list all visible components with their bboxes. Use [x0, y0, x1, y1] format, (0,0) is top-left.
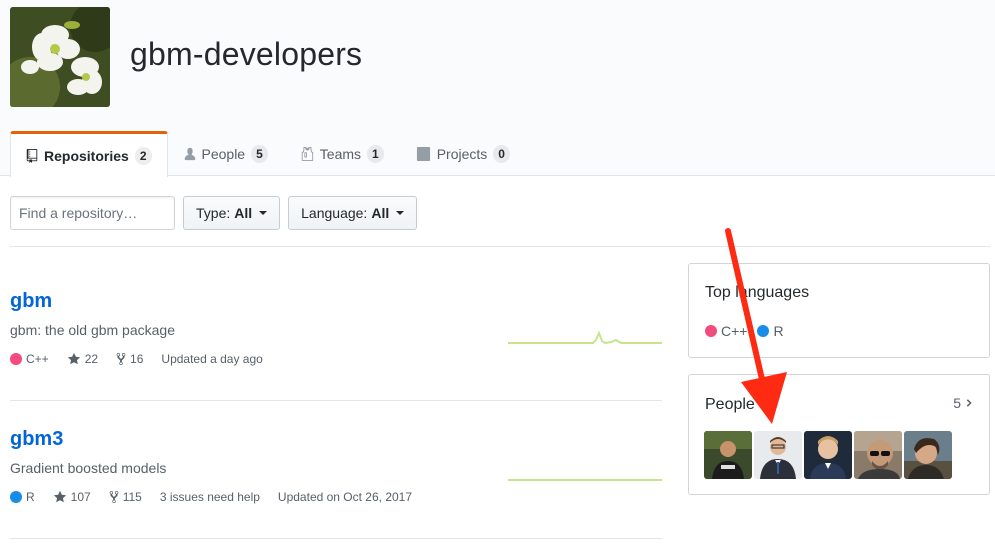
activity-sparkline: [508, 330, 662, 345]
tab-label: Repositories: [44, 147, 129, 164]
member-avatar[interactable]: [804, 431, 852, 479]
jersey-icon: [301, 147, 313, 161]
find-repository-input[interactable]: [10, 196, 175, 230]
member-avatar-image: [804, 431, 852, 479]
tab-counter: 1: [367, 145, 384, 163]
member-avatar[interactable]: [904, 431, 952, 479]
member-avatar-image: [854, 431, 902, 479]
divider: [10, 246, 990, 247]
language-color-dot: [757, 325, 770, 337]
tab-teams[interactable]: Teams 1: [284, 131, 400, 176]
language-filter-value: All: [371, 205, 390, 221]
repo-updated: Updated a day ago: [161, 352, 263, 366]
tab-label: People: [201, 146, 246, 162]
tab-label: Teams: [319, 146, 362, 162]
tab-counter: 0: [493, 145, 510, 163]
top-languages-box: Top languages C++ R: [688, 263, 990, 358]
repo-list-item: gbm3 Gradient boosted models R 107 115 3…: [10, 428, 662, 504]
repo-updated: Updated on Oct 26, 2017: [277, 490, 413, 504]
org-tabs: Repositories 2 People 5 Teams 1 Projects…: [10, 131, 526, 177]
repo-issues-link[interactable]: 3 issues need help: [160, 490, 260, 504]
person-icon: [184, 147, 195, 161]
member-avatar[interactable]: [704, 431, 752, 479]
org-avatar[interactable]: [10, 7, 110, 107]
tab-people[interactable]: People 5: [168, 131, 284, 176]
language-name: C++: [721, 323, 748, 339]
star-icon: [53, 490, 66, 503]
project-icon: [416, 147, 430, 161]
type-filter-value: All: [234, 205, 253, 221]
repo-language: R: [10, 490, 35, 504]
divider: [10, 400, 662, 401]
org-name: gbm-developers: [130, 36, 363, 72]
language-name: R: [773, 323, 784, 339]
repo-language: C++: [10, 352, 49, 366]
type-filter-label: Type:: [196, 205, 231, 221]
caret-down-icon: [259, 211, 268, 215]
repo-name-link[interactable]: gbm3: [10, 428, 63, 450]
member-avatar-image: [704, 431, 752, 479]
repo-stars[interactable]: 107: [53, 490, 91, 504]
tab-label: Projects: [436, 146, 488, 162]
tab-counter: 2: [134, 146, 152, 165]
repo-language-label: R: [26, 490, 35, 504]
repo-meta: R 107 115 3 issues need help Updated on …: [10, 490, 662, 504]
fork-icon: [116, 352, 126, 366]
type-filter-button[interactable]: Type: All: [183, 196, 281, 230]
member-avatar-image: [754, 431, 802, 479]
repo-stars-count: 107: [70, 490, 91, 504]
language-list: C++ R: [705, 323, 784, 339]
caret-down-icon: [396, 211, 405, 215]
repo-filters: Type: All Language: All: [10, 196, 418, 230]
repo-icon: [26, 148, 38, 163]
language-color-dot: [705, 325, 717, 337]
tab-repositories[interactable]: Repositories 2: [10, 131, 168, 177]
language-filter-button[interactable]: Language: All: [288, 196, 418, 230]
repo-stars[interactable]: 22: [67, 352, 98, 366]
repo-forks-count: 16: [130, 352, 144, 366]
language-item[interactable]: C++: [705, 323, 747, 339]
repo-list-item: gbm gbm: the old gbm package C++ 22 16 U…: [10, 290, 662, 366]
activity-sparkline: [508, 479, 662, 481]
people-count-link[interactable]: 5: [953, 395, 973, 411]
language-color-dot: [10, 353, 22, 365]
repo-language-label: C++: [26, 352, 49, 366]
member-avatar[interactable]: [754, 431, 802, 479]
people-title: People: [705, 396, 755, 413]
chevron-right-icon: [966, 399, 972, 407]
people-avatars: [704, 431, 952, 479]
member-avatar[interactable]: [854, 431, 902, 479]
repo-forks-count: 115: [122, 490, 142, 504]
repo-stars-count: 22: [84, 352, 99, 366]
flower-avatar-image: [10, 7, 110, 107]
member-avatar-image: [904, 431, 952, 479]
repo-meta: C++ 22 16 Updated a day ago: [10, 352, 662, 366]
tab-counter: 5: [251, 145, 268, 163]
repo-forks[interactable]: 16: [116, 352, 143, 366]
repo-forks[interactable]: 115: [109, 490, 142, 504]
people-count: 5: [953, 395, 961, 411]
star-icon: [67, 352, 80, 365]
people-box: People 5: [688, 374, 990, 495]
repo-name-link[interactable]: gbm: [10, 290, 52, 312]
tab-projects[interactable]: Projects 0: [400, 131, 526, 176]
language-filter-label: Language:: [301, 205, 368, 221]
language-color-dot: [10, 491, 22, 503]
fork-icon: [109, 490, 119, 504]
divider: [10, 538, 662, 539]
language-item[interactable]: R: [757, 323, 784, 339]
top-languages-title: Top languages: [705, 284, 810, 301]
